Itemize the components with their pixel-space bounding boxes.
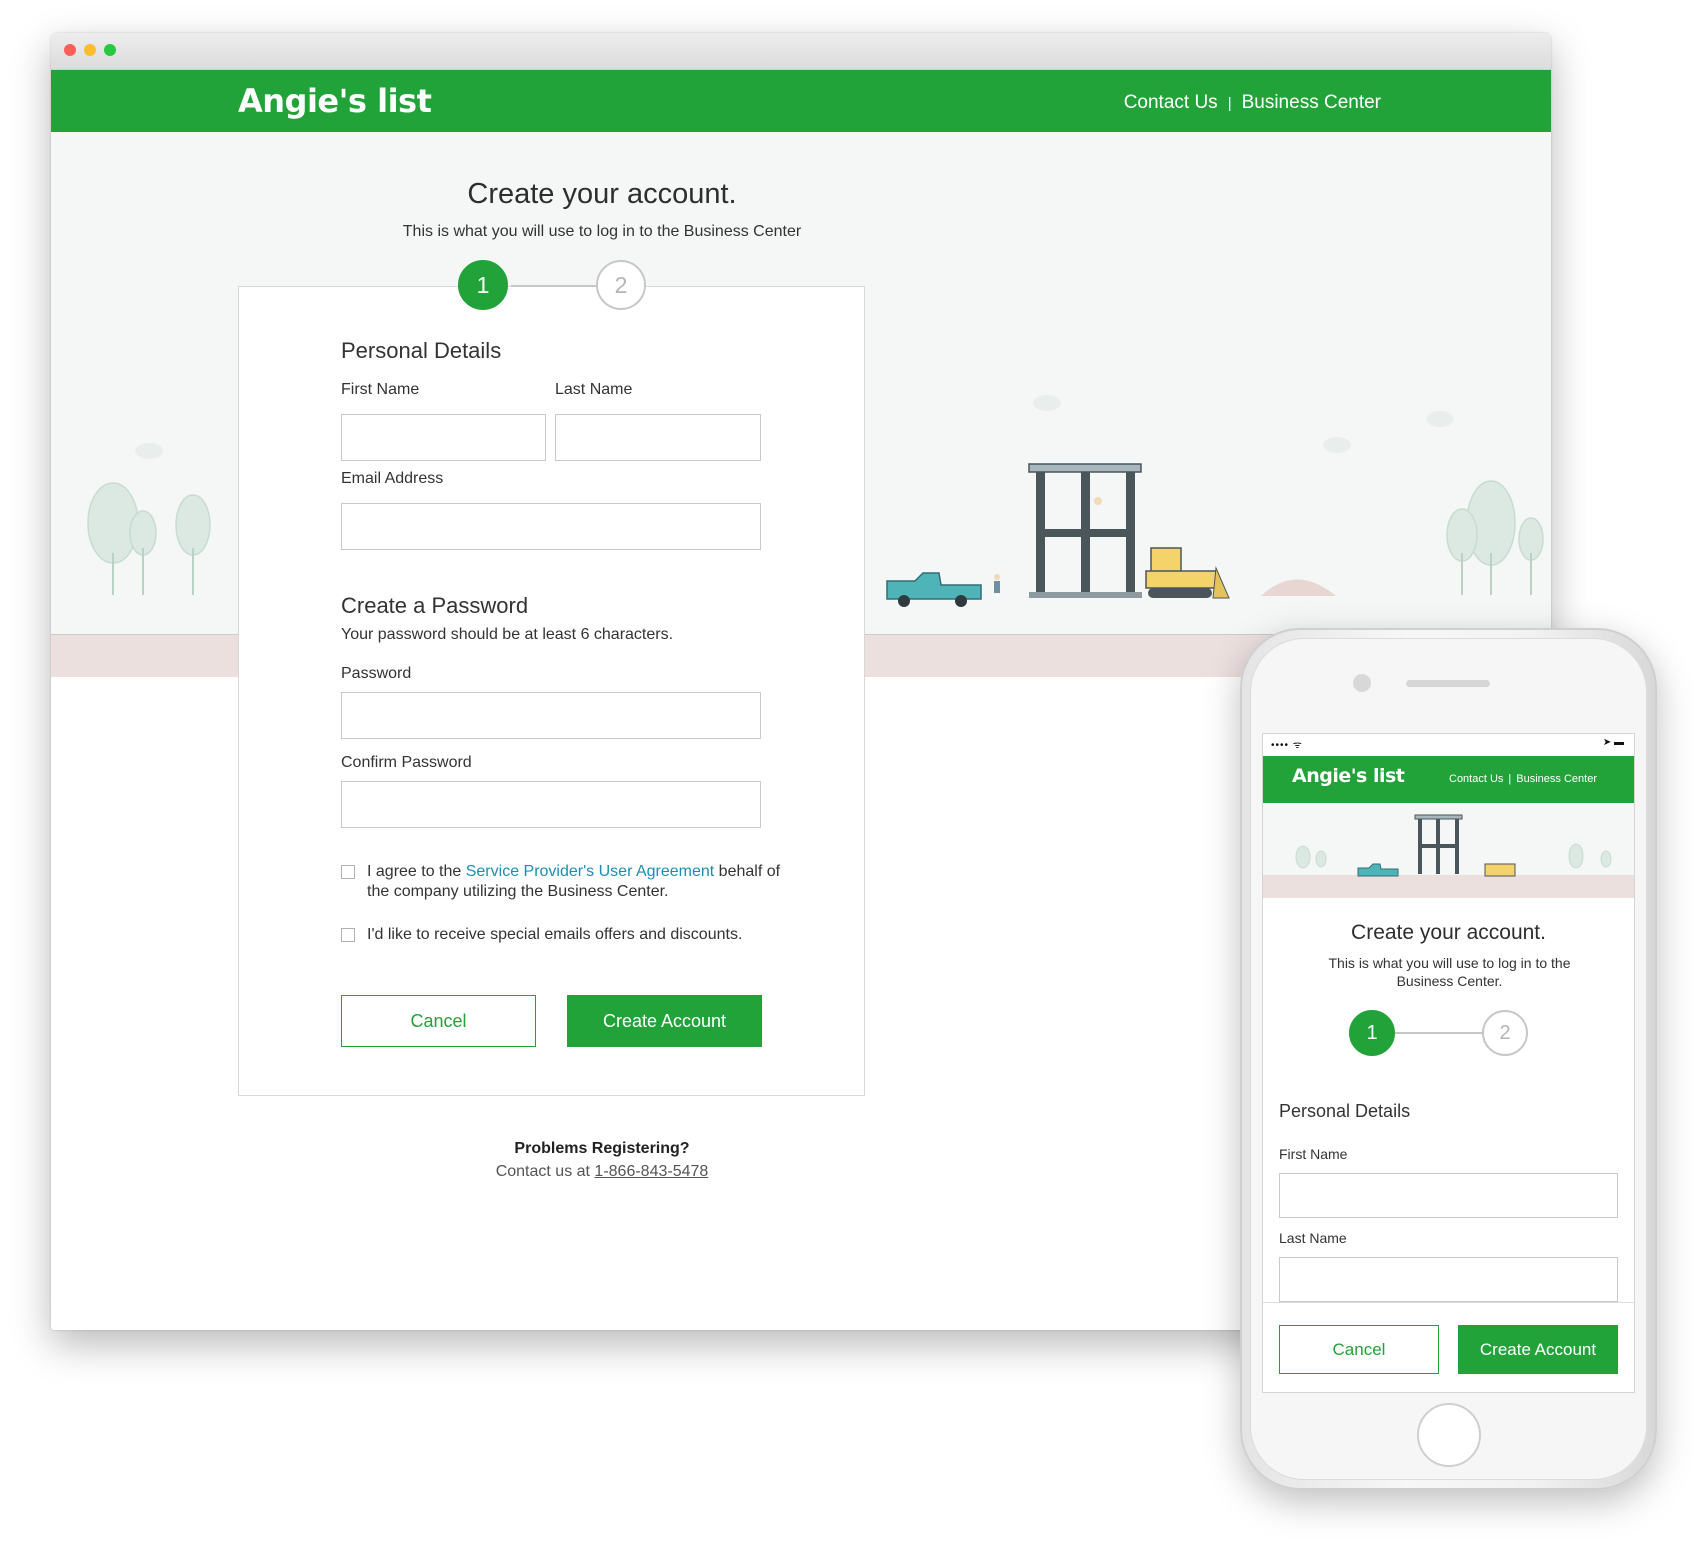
confirm-password-field[interactable]	[341, 781, 761, 828]
mobile-last-name-field[interactable]	[1279, 1257, 1618, 1302]
mobile-create-account-button[interactable]: Create Account	[1458, 1325, 1618, 1374]
confirm-password-label: Confirm Password	[341, 754, 472, 771]
mobile-screen: •••• ᯤ ➤ ▬ Angie's list Contact Us | Busin…	[1262, 733, 1635, 1393]
phone-link[interactable]: 1-866-843-5478	[594, 1163, 708, 1180]
personal-details-heading: Personal Details	[341, 338, 502, 363]
bulldozer	[1145, 547, 1230, 599]
mobile-page-title: Create your account.	[1351, 921, 1546, 944]
contact-line: Contact us at 1-866-843-5478	[289, 1163, 915, 1181]
first-name-label: First Name	[341, 381, 420, 398]
page-subtitle: This is what you will use to log in to t…	[402, 223, 802, 240]
mobile-page-subtitle: This is what you will use to log in to t…	[1328, 955, 1571, 989]
email-label: Email Address	[341, 470, 444, 487]
page-title: Create your account.	[467, 178, 737, 210]
password-label: Password	[341, 665, 412, 682]
user-agreement-link[interactable]: Service Provider's User Agreement	[466, 863, 714, 880]
mobile-first-name-field[interactable]	[1279, 1173, 1618, 1218]
agreement-prefix: I agree to the	[367, 863, 466, 880]
worker-figure	[994, 574, 1000, 593]
offers-checkbox[interactable]	[341, 928, 355, 942]
mobile-step-1-indicator: 1	[1349, 1010, 1395, 1056]
cancel-button[interactable]: Cancel	[341, 995, 536, 1047]
mobile-step-connector	[1393, 1032, 1493, 1034]
mobile-first-name-label: First Name	[1279, 1146, 1348, 1162]
mobile-last-name-label: Last Name	[1279, 1230, 1347, 1246]
contact-prefix: Contact us at	[495, 1163, 595, 1180]
mobile-construction-illustration	[1295, 814, 1612, 877]
last-name-field[interactable]	[555, 414, 761, 461]
step-2-indicator: 2	[596, 260, 646, 310]
mobile-footer-bar: Cancel Create Account	[1263, 1302, 1634, 1392]
agreement-line-2: the company utilizing the Business Cente…	[367, 883, 669, 900]
building-frame	[1028, 463, 1142, 598]
pickup-truck	[886, 572, 982, 607]
step-1-indicator: 1	[458, 260, 508, 310]
offers-text: I'd like to receive special emails offer…	[367, 926, 743, 943]
last-name-label: Last Name	[555, 381, 633, 398]
create-password-heading: Create a Password	[341, 593, 529, 618]
email-field[interactable]	[341, 503, 761, 550]
password-hint: Your password should be at least 6 chara…	[341, 626, 674, 643]
agreement-suffix: behalf of	[714, 863, 781, 880]
phone-home-button[interactable]	[1417, 1403, 1481, 1467]
first-name-field[interactable]	[341, 414, 546, 461]
problems-registering-heading: Problems Registering?	[514, 1140, 690, 1157]
agreement-text: I agree to the Service Provider's User A…	[367, 862, 817, 902]
phone-speaker-icon	[1406, 680, 1490, 687]
agreement-checkbox[interactable]	[341, 865, 355, 879]
create-account-button[interactable]: Create Account	[567, 995, 762, 1047]
mobile-cancel-button[interactable]: Cancel	[1279, 1325, 1439, 1374]
mobile-step-2-indicator: 2	[1482, 1010, 1528, 1056]
registration-card: Personal Details First Name Last Name Em…	[238, 286, 865, 1096]
password-field[interactable]	[341, 692, 761, 739]
phone-camera-icon	[1353, 674, 1371, 692]
mobile-personal-details-heading: Personal Details	[1279, 1101, 1411, 1121]
